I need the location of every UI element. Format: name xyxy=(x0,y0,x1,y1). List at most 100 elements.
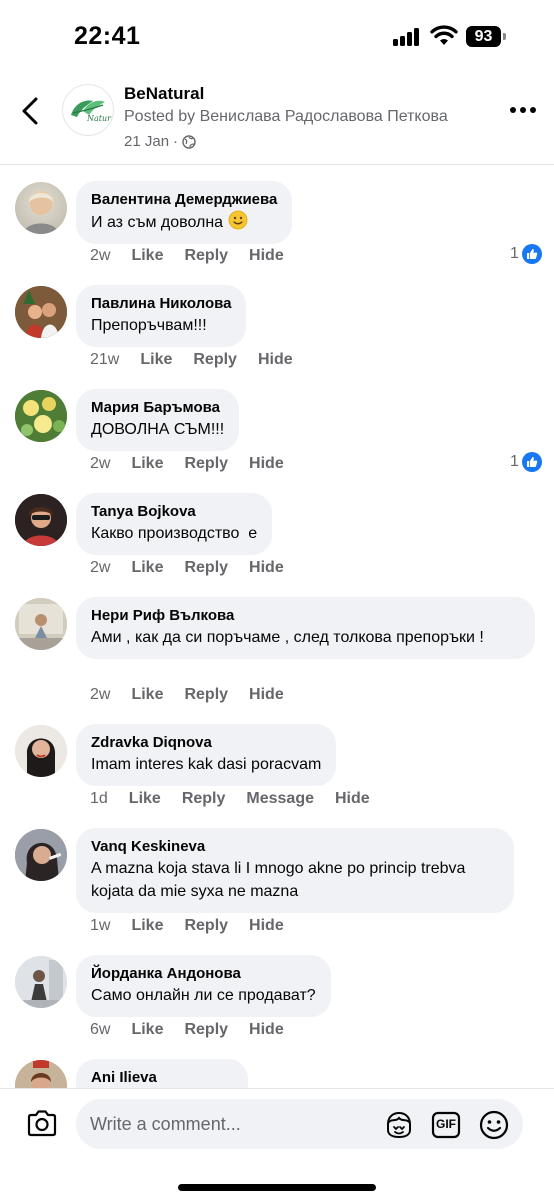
comment-time: 2w xyxy=(90,455,111,472)
like-button[interactable]: Like xyxy=(131,917,163,935)
hide-button[interactable]: Hide xyxy=(249,1021,284,1039)
avatar[interactable] xyxy=(15,725,67,777)
comment-bubble: Vanq Keskineva A mazna koja stava li I m… xyxy=(76,828,514,913)
post-header: Natural BeNatural Posted by Венислава Ра… xyxy=(0,72,554,164)
comment-actions: 2w Like Reply Hide xyxy=(90,686,305,704)
comment-box: GIF xyxy=(76,1099,523,1149)
status-time: 22:41 xyxy=(74,22,141,50)
reply-button[interactable]: Reply xyxy=(184,247,228,265)
avatar-sticker-icon[interactable] xyxy=(384,1110,414,1140)
more-options-button[interactable] xyxy=(506,100,540,120)
like-reaction-icon xyxy=(521,452,542,472)
reply-button[interactable]: Reply xyxy=(184,559,228,577)
gif-label: GIF xyxy=(436,1117,456,1131)
like-button[interactable]: Like xyxy=(131,1021,163,1039)
battery-icon: 93 xyxy=(466,26,506,47)
comment-time: 6w xyxy=(90,1021,111,1038)
comment-actions: 1d Like Reply Message Hide xyxy=(90,790,391,808)
like-button[interactable]: Like xyxy=(129,790,161,808)
avatar[interactable] xyxy=(15,286,67,338)
gif-icon[interactable]: GIF xyxy=(431,1111,461,1139)
comment-author[interactable]: Zdravka Diqnova xyxy=(91,733,321,753)
comment-text: ДОВОЛНА СЪМ!!! xyxy=(91,421,225,438)
comment-author[interactable]: Павлина Николова xyxy=(91,294,231,314)
like-button[interactable]: Like xyxy=(131,559,163,577)
post-date: 21 Jan xyxy=(124,133,170,150)
comment-actions: 1w Like Reply Hide xyxy=(90,917,305,935)
comment-actions: 21w Like Reply Hide xyxy=(90,351,314,369)
comment-text: Само онлайн ли се продават? xyxy=(91,987,316,1004)
battery-level: 93 xyxy=(466,26,501,47)
back-button[interactable] xyxy=(14,94,48,128)
posted-by: Posted by Венислава Радославова Петкова xyxy=(124,108,448,125)
benatural-logo-icon xyxy=(71,100,105,117)
comment-time: 2w xyxy=(90,247,111,264)
hide-button[interactable]: Hide xyxy=(249,247,284,265)
hide-button[interactable]: Hide xyxy=(249,559,284,577)
message-button[interactable]: Message xyxy=(246,790,314,808)
like-button[interactable]: Like xyxy=(140,351,172,369)
hide-button[interactable]: Hide xyxy=(249,917,284,935)
hide-button[interactable]: Hide xyxy=(249,455,284,473)
reply-button[interactable]: Reply xyxy=(193,351,237,369)
emoji-icon[interactable] xyxy=(478,1109,510,1141)
comment-author[interactable]: Ani Ilieva xyxy=(91,1068,233,1088)
comment-bubble: Валентина Демерджиева И аз съм доволна xyxy=(76,181,293,244)
reaction-count[interactable]: 1 xyxy=(510,244,542,264)
hide-button[interactable]: Hide xyxy=(335,790,370,808)
hide-button[interactable]: Hide xyxy=(258,351,293,369)
like-button[interactable]: Like xyxy=(131,247,163,265)
like-button[interactable]: Like xyxy=(131,686,163,704)
cellular-signal-icon xyxy=(393,28,421,46)
globe-icon xyxy=(182,134,196,149)
post-date-row: 21 Jan · xyxy=(124,133,196,150)
reply-button[interactable]: Reply xyxy=(182,790,226,808)
comment-author[interactable]: Tanya Bojkova xyxy=(91,502,257,522)
comment-author[interactable]: Йорданка Андонова xyxy=(91,964,316,984)
avatar[interactable] xyxy=(15,829,67,881)
comment-bubble: Zdravka Diqnova Imam interes kak dasi po… xyxy=(76,724,337,786)
comment-input[interactable] xyxy=(90,1099,380,1149)
comment-author[interactable]: Валентина Демерджиева xyxy=(91,190,277,210)
like-button[interactable]: Like xyxy=(131,455,163,473)
comment-time: 21w xyxy=(90,351,120,368)
comment-actions: 2w Like Reply Hide xyxy=(90,559,305,577)
comment-text-content: И аз съм доволна xyxy=(91,214,224,231)
avatar[interactable] xyxy=(15,390,67,442)
comment-time: 1w xyxy=(90,917,111,934)
avatar[interactable] xyxy=(15,598,67,650)
reply-button[interactable]: Reply xyxy=(184,455,228,473)
comment-bubble: Tanya Bojkova Какво производство е xyxy=(76,493,273,555)
page-logo[interactable]: Natural xyxy=(62,84,114,136)
home-indicator[interactable] xyxy=(178,1184,376,1191)
header-divider xyxy=(0,164,554,165)
hide-button[interactable]: Hide xyxy=(249,686,284,704)
comment-actions: 2w Like Reply Hide xyxy=(90,455,305,473)
avatar[interactable] xyxy=(15,494,67,546)
slightly-smiling-face-icon xyxy=(228,210,247,230)
comment-author[interactable]: Мария Баръмова xyxy=(91,398,224,418)
comment-text: И аз съм доволна xyxy=(91,210,277,234)
reaction-number: 1 xyxy=(510,453,519,470)
avatar[interactable] xyxy=(15,182,67,234)
like-reaction-icon xyxy=(521,244,542,264)
wifi-icon xyxy=(430,25,458,45)
comment-author[interactable]: Нери Риф Вълкова xyxy=(91,606,520,626)
status-bar: 22:41 93 xyxy=(0,0,554,72)
comment-author[interactable]: Vanq Keskineva xyxy=(91,837,499,857)
screen: 22:41 93 Natural BeN xyxy=(0,0,554,1200)
reaction-number: 1 xyxy=(510,245,519,262)
reply-button[interactable]: Reply xyxy=(184,686,228,704)
comment-text: Препоръчвам!!! xyxy=(91,317,207,334)
comment-bubble: Нери Риф Вълкова Ами , как да си поръчам… xyxy=(76,597,535,659)
comment-bubble: Йорданка Андонова Само онлайн ли се прод… xyxy=(76,955,331,1017)
reply-button[interactable]: Reply xyxy=(184,917,228,935)
comment-bubble: Мария Баръмова ДОВОЛНА СЪМ!!! xyxy=(76,389,240,451)
comment-text: Какво производство е xyxy=(91,525,258,542)
reaction-count[interactable]: 1 xyxy=(510,452,542,472)
page-name[interactable]: BeNatural xyxy=(124,84,204,104)
comment-time: 2w xyxy=(90,559,111,576)
camera-icon[interactable] xyxy=(26,1109,58,1137)
reply-button[interactable]: Reply xyxy=(184,1021,228,1039)
avatar[interactable] xyxy=(15,956,67,1008)
